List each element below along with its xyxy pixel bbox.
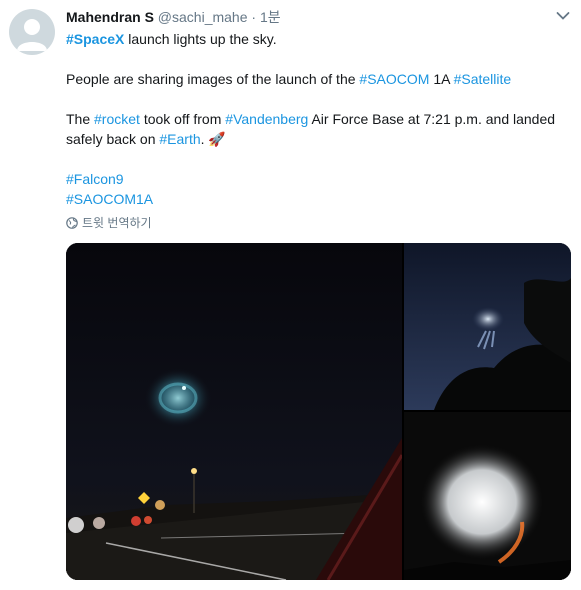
tweet-text-span: People are sharing images of the launch … (66, 71, 360, 87)
translate-tweet-link[interactable]: 트윗 번역하기 (66, 214, 152, 231)
author-handle[interactable]: @sachi_mahe (158, 9, 248, 25)
tweet-text: #SpaceX launch lights up the sky. People… (66, 29, 566, 209)
hashtag-link[interactable]: #Falcon9 (66, 171, 124, 187)
author-name[interactable]: Mahendran S (66, 9, 154, 25)
tweet-text-span: launch lights up the sky. (124, 31, 277, 47)
hashtag-link[interactable]: #rocket (94, 111, 140, 127)
separator-dot: · (251, 9, 257, 25)
rocket-emoji-icon: 🚀 (208, 131, 226, 147)
default-avatar-icon (17, 19, 47, 51)
tweet-time[interactable]: 1분 (260, 9, 281, 25)
hashtag-link[interactable]: #Vandenberg (225, 111, 308, 127)
sky-trail-photo (404, 243, 571, 410)
avatar[interactable] (9, 9, 55, 55)
tweet-text-span: 1A (429, 71, 454, 87)
night-highway-photo (66, 243, 402, 580)
tweet-header: Mahendran S @sachi_mahe · 1분 (66, 8, 281, 26)
hashtag-link[interactable]: #SpaceX (66, 31, 124, 47)
tweet-line-3: The #rocket took off from #Vandenberg Ai… (66, 109, 566, 149)
tweet-line-1: #SpaceX launch lights up the sky. (66, 29, 566, 49)
tweet-text-span: The (66, 111, 95, 127)
hashtag-link[interactable]: #Satellite (454, 71, 512, 87)
media-grid (66, 243, 571, 580)
photo-1[interactable] (66, 243, 402, 580)
hashtag-link[interactable]: #Earth (159, 131, 200, 147)
tweet-line-4: #Falcon9 (66, 169, 566, 189)
globe-icon (66, 216, 78, 229)
plume-glow-photo (404, 412, 571, 580)
translate-label: 트윗 번역하기 (82, 216, 152, 230)
hashtag-link[interactable]: #SAOCOM (359, 71, 429, 87)
tweet-text-span: took off from (139, 111, 226, 127)
chevron-down-icon[interactable] (556, 11, 570, 21)
tweet-line-2: People are sharing images of the launch … (66, 69, 566, 89)
hashtag-link[interactable]: #SAOCOM1A (66, 191, 153, 207)
photo-3[interactable] (404, 412, 571, 580)
tweet-line-5: #SAOCOM1A (66, 189, 566, 209)
photo-2[interactable] (404, 243, 571, 410)
